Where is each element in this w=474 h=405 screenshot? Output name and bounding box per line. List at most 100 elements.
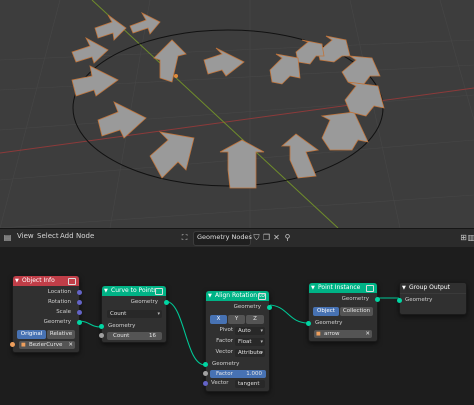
output-geometry-label: Geometry	[43, 319, 71, 325]
socket-geometry-in[interactable]	[203, 362, 208, 367]
node-editor-header: ▤ View Select Add Node ⛶ Geometry Nodes …	[0, 228, 474, 248]
original-button[interactable]: Original	[17, 330, 46, 339]
collapse-chevron-icon[interactable]: ▼	[104, 286, 108, 296]
chevron-down-icon: ▾	[260, 350, 263, 356]
object-info-header[interactable]: ▼ Object Info	[13, 276, 79, 286]
point-instance-header[interactable]: ▼ Point Instance	[309, 283, 377, 293]
point-instance-node[interactable]: ▼ Point Instance Geometry Object Collect…	[306, 282, 380, 342]
chevron-down-icon: ▾	[260, 339, 263, 345]
mode-dropdown[interactable]: Count ▾	[107, 310, 162, 318]
socket-geometry-in[interactable]	[306, 321, 311, 326]
socket-geometry-in[interactable]	[397, 298, 402, 303]
group-output-header[interactable]: ▼ Group Output	[400, 283, 466, 294]
menu-select[interactable]: Select	[37, 232, 59, 240]
output-geometry-label: Geometry	[130, 299, 158, 305]
align-rotation-header[interactable]: ▼ Align Rotation to	[206, 291, 269, 301]
vector-attribute-field[interactable]: tangent	[235, 380, 265, 388]
node-title: Object Info	[22, 277, 55, 284]
viewport-scene	[0, 0, 474, 228]
node-tree-name-field[interactable]: Geometry Nodes	[193, 231, 252, 246]
vector-type-label: Vector	[215, 349, 233, 355]
chevron-down-icon: ▾	[157, 311, 160, 317]
menu-add[interactable]: Add	[60, 232, 74, 240]
input-geometry-label: Geometry	[405, 297, 433, 303]
socket-count-in[interactable]	[99, 333, 104, 338]
collapse-chevron-icon[interactable]: ▼	[15, 276, 19, 286]
collapse-chevron-icon[interactable]: ▼	[208, 291, 212, 301]
object-icon: ■	[21, 342, 26, 348]
vector-type-dropdown[interactable]: Attribute ▾	[235, 349, 265, 357]
curve-to-points-header[interactable]: ▼ Curve to Points	[102, 286, 166, 296]
relative-button[interactable]: Relative	[47, 330, 75, 339]
floor-grid	[0, 0, 474, 228]
arrow-instances	[71, 12, 385, 189]
align-rotation-node[interactable]: ▼ Align Rotation to Geometry X Y Z Pivot…	[203, 290, 272, 392]
socket-vector-in[interactable]	[203, 381, 208, 386]
output-rotation-label: Rotation	[47, 299, 71, 305]
vector-attribute-value: tangent	[238, 381, 260, 387]
vector-type-value: Attribute	[238, 350, 263, 356]
menu-node[interactable]: Node	[76, 232, 94, 240]
socket-geometry-in[interactable]	[99, 324, 104, 329]
count-value: 16	[149, 333, 156, 339]
node-tree-name: Geometry Nodes	[197, 233, 252, 241]
socket-scale[interactable]	[77, 310, 82, 315]
factor-type-dropdown[interactable]: Float ▾	[235, 338, 265, 346]
pin-icon[interactable]: ⚲	[282, 232, 293, 243]
pivot-dropdown[interactable]: Auto ▾	[235, 327, 265, 335]
curve-to-points-node[interactable]: ▼ Curve to Points Geometry Count ▾ Geome…	[99, 285, 169, 343]
socket-geometry-out[interactable]	[267, 305, 272, 310]
preview-icon[interactable]	[258, 293, 266, 300]
collapse-chevron-icon[interactable]: ▼	[311, 283, 315, 293]
factor-field-value: 1.000	[246, 371, 262, 377]
preview-icon[interactable]	[68, 278, 76, 285]
object-field-value: BezierCurve	[29, 342, 63, 348]
socket-geometry-out[interactable]	[77, 320, 82, 325]
group-output-node[interactable]: ▼ Group Output Geometry	[397, 282, 467, 315]
clear-icon[interactable]: ✕	[68, 341, 73, 349]
output-location-label: Location	[47, 289, 71, 295]
menu-view[interactable]: View	[17, 232, 34, 240]
node-title: Group Output	[409, 284, 451, 291]
socket-factor-in[interactable]	[203, 371, 208, 376]
object-info-node[interactable]: ▼ Object Info Location Rotation Scale Ge…	[10, 275, 82, 353]
object-mode-button[interactable]: Object	[313, 307, 339, 316]
axis-x-button[interactable]: X	[210, 315, 227, 324]
count-field[interactable]: Count 16	[107, 332, 162, 340]
pivot-label: Pivot	[219, 327, 233, 333]
socket-location[interactable]	[77, 290, 82, 295]
node-title: Curve to Points	[111, 287, 157, 294]
node-tree-type-icon[interactable]: ⛶	[179, 232, 190, 243]
object-icon: ■	[316, 331, 321, 337]
node-title: Point Instance	[318, 284, 361, 291]
clear-icon[interactable]: ✕	[365, 330, 370, 338]
output-geometry-label: Geometry	[233, 304, 261, 310]
mode-value: Count	[110, 311, 127, 317]
socket-object-in[interactable]	[10, 342, 15, 347]
vector-field-label: Vector	[211, 380, 229, 386]
input-geometry-label: Geometry	[108, 323, 136, 329]
collection-mode-button[interactable]: Collection	[340, 307, 373, 316]
axis-z-button[interactable]: Z	[246, 315, 264, 324]
chevron-down-icon: ▾	[260, 328, 263, 334]
factor-type-value: Float	[238, 339, 252, 345]
output-scale-label: Scale	[56, 309, 71, 315]
preview-icon[interactable]	[155, 288, 163, 295]
axis-y-button[interactable]: Y	[228, 315, 245, 324]
instance-object-value: arrow	[324, 331, 340, 337]
object-field[interactable]: ■ BezierCurve ✕	[19, 341, 75, 349]
instance-object-field[interactable]: ■ arrow ✕	[314, 330, 372, 338]
socket-geometry-out[interactable]	[375, 297, 380, 302]
editor-type-icon[interactable]: ▤	[2, 232, 13, 243]
close-icon[interactable]: ✕	[271, 232, 282, 243]
3d-viewport[interactable]	[0, 0, 474, 228]
collapse-chevron-icon[interactable]: ▼	[402, 283, 406, 293]
origin-cursor	[174, 74, 178, 78]
node-editor-canvas[interactable]: ▼ Object Info Location Rotation Scale Ge…	[0, 247, 474, 405]
region-toggle-icon[interactable]: ▥	[466, 232, 474, 243]
pivot-value: Auto	[238, 328, 251, 334]
socket-geometry-out[interactable]	[164, 300, 169, 305]
preview-icon[interactable]	[366, 285, 374, 292]
socket-rotation[interactable]	[77, 300, 82, 305]
factor-field[interactable]: Factor 1.000	[210, 370, 266, 378]
